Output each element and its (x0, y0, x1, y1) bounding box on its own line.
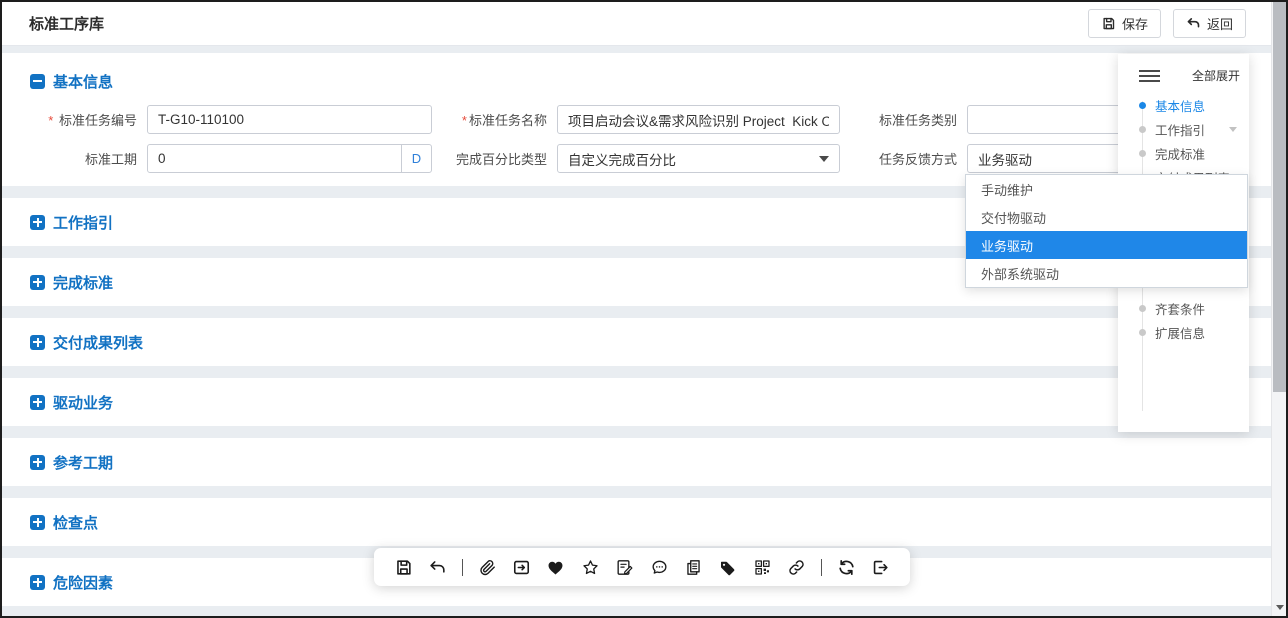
form-row: * 标准任务编号 *标准任务名称 标准任务类别 (30, 105, 1286, 134)
back-arrow-icon (1186, 16, 1201, 31)
anchor-item[interactable]: 完成标准 (1118, 141, 1249, 165)
duration-field: D (147, 144, 432, 173)
qrcode-icon[interactable] (752, 557, 772, 577)
field-label: 任务反馈方式 (840, 149, 967, 168)
file-export-icon[interactable] (512, 557, 532, 577)
percent-type-select[interactable]: 自定义完成百分比 (557, 144, 840, 173)
field-label: 标准任务类别 (840, 110, 967, 129)
header-buttons: 保存 返回 (1088, 9, 1246, 38)
scrollbar-down-arrow[interactable] (1272, 601, 1287, 613)
toolbar-divider (821, 559, 822, 576)
field-label: 标准工期 (30, 149, 147, 168)
expand-icon[interactable] (30, 215, 45, 230)
expand-icon[interactable] (30, 275, 45, 290)
note-edit-icon[interactable] (615, 557, 635, 577)
heart-icon[interactable] (546, 557, 566, 577)
field-label: 完成百分比类型 (432, 149, 557, 168)
save-button-label: 保存 (1122, 14, 1148, 33)
expand-all-button[interactable]: 全部展开 (1192, 67, 1240, 84)
feedback-mode-dropdown: 手动维护交付物驱动业务驱动外部系统驱动 (965, 174, 1248, 288)
section-basic-info: 基本信息 * 标准任务编号 *标准任务名称 标准任务类别 标准工期 D 完成百分… (2, 53, 1286, 186)
task-code-field (147, 105, 432, 134)
section-label: 参考工期 (53, 452, 113, 473)
section-label: 危险因素 (53, 572, 113, 593)
undo-icon[interactable] (427, 557, 447, 577)
collapse-icon[interactable] (30, 74, 45, 89)
save-icon[interactable] (393, 557, 413, 577)
dropdown-option[interactable]: 交付物驱动 (966, 203, 1247, 231)
duration-input[interactable] (148, 145, 401, 172)
page-title: 标准工序库 (29, 13, 1088, 34)
exit-icon[interactable] (871, 557, 891, 577)
duration-unit-addon[interactable]: D (401, 145, 431, 172)
timeline-dot (1139, 102, 1146, 109)
back-button-label: 返回 (1207, 14, 1233, 33)
comment-icon[interactable] (649, 557, 669, 577)
paperclip-icon[interactable] (477, 557, 497, 577)
vertical-scrollbar[interactable] (1271, 2, 1286, 616)
field-label: * 标准任务编号 (30, 110, 147, 129)
tag-icon[interactable] (718, 557, 738, 577)
collapsed-section[interactable]: 交付成果列表 (2, 318, 1286, 366)
anchor-nav-header: 全部展开 (1118, 54, 1249, 93)
link-icon[interactable] (787, 557, 807, 577)
floating-toolbar (374, 548, 910, 586)
refresh-icon[interactable] (836, 557, 856, 577)
section-label: 驱动业务 (53, 392, 113, 413)
dropdown-option[interactable]: 业务驱动 (966, 231, 1247, 259)
star-icon[interactable] (580, 557, 600, 577)
save-icon (1101, 16, 1116, 31)
toolbar-divider (462, 559, 463, 576)
timeline-dot (1139, 305, 1146, 312)
required-asterisk: * (462, 113, 467, 128)
back-button[interactable]: 返回 (1173, 9, 1246, 38)
scrollbar-thumb[interactable] (1273, 2, 1286, 392)
menu-icon[interactable] (1139, 70, 1160, 82)
anchor-item[interactable]: 基本信息 (1118, 93, 1249, 117)
collapsed-section[interactable]: 参考工期 (2, 438, 1286, 486)
save-button[interactable]: 保存 (1088, 9, 1161, 38)
timeline-dot (1139, 150, 1146, 157)
app-header: 标准工序库 保存 返回 (2, 2, 1286, 46)
collapsed-section[interactable]: 检查点 (2, 498, 1286, 546)
task-code-input[interactable] (148, 106, 431, 133)
section-label: 工作指引 (53, 212, 113, 233)
expand-icon[interactable] (30, 575, 45, 590)
expand-icon[interactable] (30, 515, 45, 530)
copy-document-icon[interactable] (684, 557, 704, 577)
section-basic-info-header[interactable]: 基本信息 (30, 70, 1286, 92)
timeline-dot (1139, 329, 1146, 336)
chevron-down-icon[interactable] (1229, 127, 1237, 132)
collapsed-section[interactable]: 驱动业务 (2, 378, 1286, 426)
task-name-field (557, 105, 840, 134)
basic-info-form: * 标准任务编号 *标准任务名称 标准任务类别 标准工期 D 完成百分比类型 自… (30, 105, 1286, 173)
expand-icon[interactable] (30, 455, 45, 470)
timeline-dot (1139, 126, 1146, 133)
form-row: 标准工期 D 完成百分比类型 自定义完成百分比 任务反馈方式 业务驱动 (30, 144, 1286, 173)
field-label: *标准任务名称 (432, 110, 557, 129)
task-name-input[interactable] (558, 106, 839, 133)
dropdown-option[interactable]: 手动维护 (966, 175, 1247, 203)
section-label: 基本信息 (53, 71, 113, 92)
section-label: 交付成果列表 (53, 332, 143, 353)
anchor-item[interactable]: 扩展信息 (1118, 320, 1249, 344)
anchor-item[interactable]: 齐套条件 (1118, 296, 1249, 320)
section-label: 检查点 (53, 512, 98, 533)
expand-icon[interactable] (30, 395, 45, 410)
required-asterisk: * (48, 113, 53, 128)
chevron-down-icon (819, 156, 829, 162)
percent-type-value: 自定义完成百分比 (568, 149, 819, 169)
anchor-item[interactable]: 工作指引 (1118, 117, 1249, 141)
section-label: 完成标准 (53, 272, 113, 293)
standard-process-library-page: { "window": { "title": "标准工序库" }, "heade… (0, 0, 1288, 618)
expand-icon[interactable] (30, 335, 45, 350)
dropdown-option[interactable]: 外部系统驱动 (966, 259, 1247, 287)
